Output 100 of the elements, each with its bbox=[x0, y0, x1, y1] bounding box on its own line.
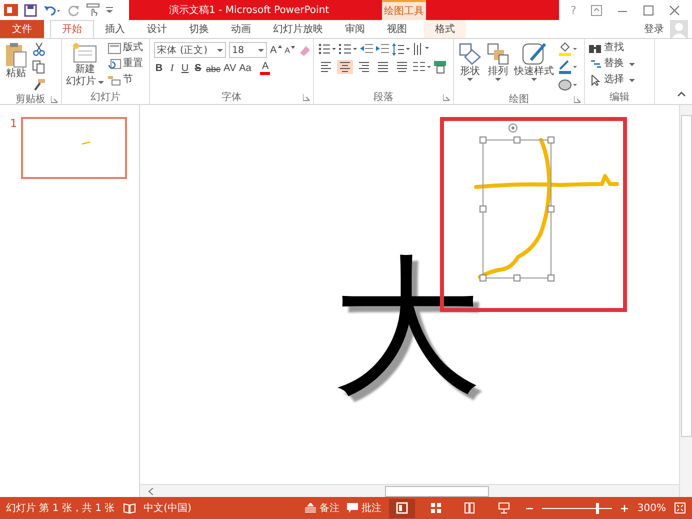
group-label: 幻灯片 bbox=[90, 90, 120, 104]
reset-button[interactable]: 重置 bbox=[108, 58, 143, 70]
zoom-level[interactable]: 300% bbox=[637, 502, 666, 514]
window-title: 演示文稿1 - Microsoft PowerPoint bbox=[169, 4, 330, 17]
format-button[interactable]: S bbox=[193, 63, 203, 74]
text-direction-icon[interactable] bbox=[413, 42, 429, 56]
ribbon-tab[interactable]: 视图 bbox=[376, 20, 418, 38]
arrange-icon bbox=[486, 42, 510, 66]
vertical-scrollbar[interactable] bbox=[679, 105, 692, 497]
reset-icon bbox=[108, 58, 121, 70]
columns-icon[interactable] bbox=[413, 61, 431, 73]
copy-icon[interactable] bbox=[32, 60, 46, 74]
font-color-button[interactable]: A bbox=[260, 62, 270, 75]
format-painter-icon[interactable] bbox=[32, 78, 46, 92]
zoom-slider-thumb[interactable] bbox=[596, 502, 599, 514]
binoculars-icon bbox=[589, 42, 602, 54]
bullets-icon[interactable] bbox=[318, 43, 336, 55]
effects-icon[interactable] bbox=[558, 78, 578, 92]
decrease-indent-icon[interactable] bbox=[360, 43, 373, 55]
ink-stroke-icon bbox=[81, 141, 91, 145]
undo-icon[interactable] bbox=[43, 4, 61, 16]
dialog-launcher-icon[interactable] bbox=[303, 94, 310, 101]
touch-mode-icon[interactable] bbox=[86, 3, 100, 17]
group-label: 编辑 bbox=[610, 90, 630, 104]
normal-view-icon[interactable] bbox=[389, 498, 416, 518]
select-button[interactable]: 选择 bbox=[589, 74, 635, 86]
dialog-launcher-icon[interactable] bbox=[574, 96, 581, 103]
dialog-launcher-icon[interactable] bbox=[51, 96, 58, 103]
ribbon-tab[interactable]: 幻灯片放映 bbox=[262, 20, 334, 38]
ribbon-tab[interactable]: 文件 bbox=[0, 20, 44, 38]
shapes-button[interactable]: 形状 bbox=[458, 42, 482, 81]
clipboard-icon bbox=[4, 42, 28, 68]
caret-icon bbox=[98, 80, 104, 84]
format-button[interactable]: abc bbox=[206, 64, 221, 74]
fit-to-window-icon[interactable] bbox=[674, 502, 686, 514]
layout-button[interactable]: 版式 bbox=[108, 42, 143, 54]
outline-pen-icon[interactable] bbox=[558, 60, 578, 74]
caret-icon bbox=[495, 78, 501, 81]
format-button[interactable]: U bbox=[180, 63, 190, 74]
align-button-icon[interactable] bbox=[375, 60, 391, 74]
slide-thumbnail[interactable] bbox=[21, 117, 127, 179]
collapse-ribbon-icon[interactable] bbox=[677, 91, 686, 97]
pointer-icon bbox=[589, 74, 602, 86]
dialog-launcher-icon[interactable] bbox=[443, 94, 450, 101]
ribbon-options-icon[interactable] bbox=[591, 4, 602, 16]
quick-styles-button[interactable]: 快速样式 bbox=[514, 42, 554, 81]
caret-icon bbox=[531, 78, 537, 81]
format-button[interactable]: B bbox=[154, 63, 164, 74]
section-button[interactable]: 节 bbox=[108, 74, 133, 86]
align-button-icon[interactable] bbox=[318, 60, 334, 74]
caret-icon bbox=[467, 78, 473, 81]
down-triangle-icon bbox=[291, 46, 296, 48]
comment-icon bbox=[347, 503, 358, 513]
ribbon-tab[interactable]: 插入 bbox=[94, 20, 136, 38]
zoom-in-icon[interactable] bbox=[620, 504, 630, 512]
font-size-field[interactable]: 18 bbox=[229, 42, 267, 58]
replace-button[interactable]: 替换 bbox=[589, 58, 635, 70]
align-button-icon[interactable] bbox=[337, 60, 353, 74]
ribbon-tab[interactable]: 动画 bbox=[220, 20, 262, 38]
ink-stroke[interactable] bbox=[478, 138, 552, 279]
group-label: 字体 bbox=[222, 90, 242, 104]
format-button[interactable]: I bbox=[167, 63, 177, 74]
quick-styles-icon bbox=[521, 42, 547, 66]
comments-button[interactable]: 批注 bbox=[347, 501, 382, 515]
slide-text[interactable]: 大 bbox=[332, 252, 482, 402]
customize-caret-icon[interactable] bbox=[106, 6, 113, 14]
find-button[interactable]: 查找 bbox=[589, 42, 624, 54]
format-button[interactable]: Aa bbox=[239, 63, 252, 74]
save-icon[interactable] bbox=[24, 4, 37, 16]
maximize-icon[interactable] bbox=[643, 4, 654, 16]
close-icon[interactable] bbox=[669, 4, 680, 16]
ribbon-tab[interactable]: 格式 bbox=[424, 20, 466, 38]
redo-icon[interactable] bbox=[67, 4, 80, 16]
selection-frame[interactable] bbox=[480, 124, 554, 282]
notes-button[interactable]: 备注 bbox=[305, 501, 340, 515]
arrange-button[interactable]: 排列 bbox=[486, 42, 510, 81]
ribbon-tab[interactable]: 开始 bbox=[50, 20, 94, 38]
line-spacing-icon[interactable] bbox=[392, 42, 410, 56]
shrink-font-button[interactable]: A bbox=[284, 46, 296, 54]
proofing-icon[interactable] bbox=[122, 502, 136, 514]
ribbon-tab[interactable]: 切换 bbox=[178, 20, 220, 38]
replace-icon bbox=[589, 58, 602, 70]
numbering-icon[interactable] bbox=[339, 43, 357, 55]
paste-button[interactable]: 粘贴 bbox=[4, 42, 28, 80]
context-tab-label: 绘图工具 bbox=[382, 0, 426, 20]
horizontal-scrollbar[interactable] bbox=[140, 484, 679, 497]
fill-bucket-icon[interactable] bbox=[558, 42, 578, 56]
sign-in-link[interactable]: 登录 bbox=[644, 22, 664, 36]
format-button[interactable]: AV bbox=[224, 63, 236, 74]
group-label: 绘图 bbox=[509, 93, 529, 106]
cut-icon[interactable] bbox=[32, 42, 46, 56]
font-name-field[interactable]: 宋体 (正文) bbox=[154, 42, 226, 58]
ribbon-tab[interactable]: 设计 bbox=[136, 20, 178, 38]
align-button-icon[interactable] bbox=[356, 60, 372, 74]
increase-indent-icon[interactable] bbox=[376, 43, 389, 55]
ribbon-tab[interactable]: 审阅 bbox=[334, 20, 376, 38]
language-indicator[interactable]: 中文(中国) bbox=[144, 501, 192, 515]
align-button-icon[interactable] bbox=[394, 60, 410, 74]
new-slide-button[interactable]: 新建 幻灯片 bbox=[66, 42, 104, 88]
grow-font-button[interactable]: A bbox=[270, 44, 282, 56]
